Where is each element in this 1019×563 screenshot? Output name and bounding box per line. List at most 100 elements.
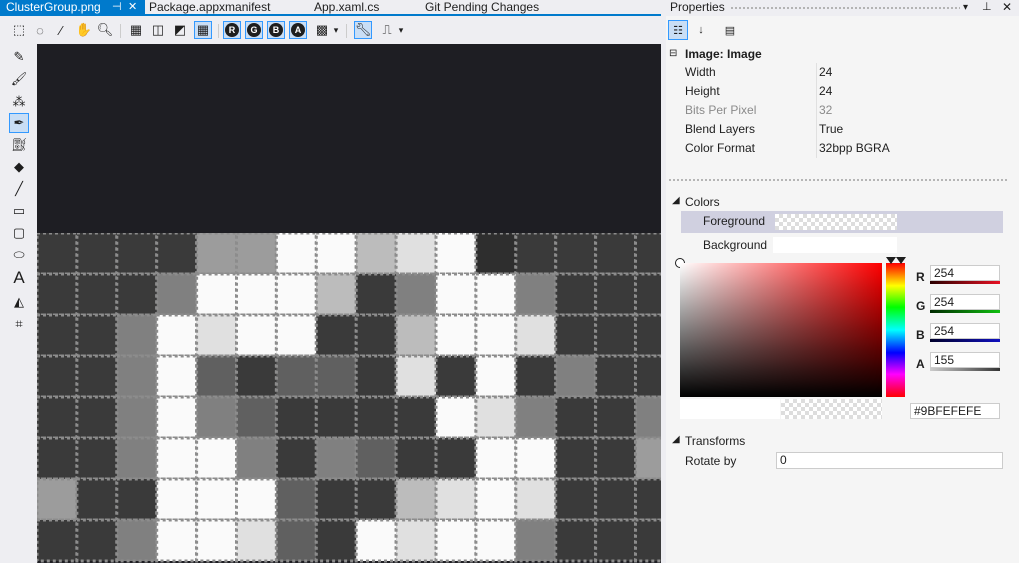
pixel-cell[interactable] (75, 518, 119, 563)
pixel-cell[interactable] (235, 313, 278, 358)
tab-git-pending-changes[interactable]: Git Pending Changes (419, 0, 665, 14)
pixel-cell[interactable] (155, 395, 199, 440)
pixel-cell[interactable] (155, 354, 199, 399)
pixel-cell[interactable] (37, 436, 79, 481)
pixel-cell[interactable] (235, 518, 278, 563)
hue-slider[interactable] (886, 263, 905, 397)
pixel-cell[interactable] (314, 313, 358, 358)
pixel-cell[interactable] (514, 518, 558, 563)
pixel-cell[interactable] (235, 233, 278, 276)
blue-value-field[interactable]: 254 (930, 323, 1000, 339)
hue-marker-left-icon[interactable] (886, 257, 896, 264)
alpha-channel-button[interactable]: A (289, 21, 307, 39)
lasso-select-icon[interactable]: ◌ (31, 21, 49, 39)
airbrush-icon[interactable]: ⁂ (9, 92, 29, 112)
pixel-cell[interactable] (195, 518, 239, 563)
pixel-cell[interactable] (354, 477, 398, 522)
pixel-cell[interactable] (594, 395, 637, 440)
pixel-cell[interactable] (314, 436, 358, 481)
frames-icon[interactable]: ▦ (127, 21, 145, 39)
pixel-cell[interactable] (314, 477, 358, 522)
pixel-cell[interactable] (314, 233, 358, 276)
hue-marker-right-icon[interactable] (896, 257, 906, 264)
pixel-cell[interactable] (394, 395, 438, 440)
pixel-cell[interactable] (235, 395, 278, 440)
pixel-cell[interactable] (274, 436, 318, 481)
pixel-cell[interactable] (594, 477, 637, 522)
pixel-cell[interactable] (434, 272, 478, 317)
pixel-cell[interactable] (634, 518, 662, 563)
chevron-down-icon[interactable]: ▾ (963, 0, 968, 15)
pixel-cell[interactable] (634, 395, 662, 440)
pixel-cell[interactable] (37, 313, 79, 358)
pixel-cell[interactable] (394, 477, 438, 522)
pixel-cell[interactable] (75, 477, 119, 522)
chevron-down-icon[interactable]: ▾ (331, 21, 341, 39)
pixel-cell[interactable] (75, 436, 119, 481)
red-value-field[interactable]: 254 (930, 265, 1000, 281)
pixel-cell[interactable] (594, 272, 637, 317)
crop-icon[interactable]: ⌗ (9, 314, 29, 334)
pixel-cell[interactable] (235, 272, 278, 317)
pixel-cell[interactable] (115, 477, 159, 522)
pixel-cell[interactable] (554, 233, 598, 276)
pixel-cell[interactable] (354, 518, 398, 563)
close-icon[interactable]: ✕ (1002, 0, 1012, 15)
property-row[interactable]: Width 24 (666, 63, 1013, 82)
property-row[interactable]: Height 24 (666, 82, 1013, 101)
pixel-cell[interactable] (514, 395, 558, 440)
pixel-cell[interactable] (594, 354, 637, 399)
pixel-cell[interactable] (274, 354, 318, 399)
pixel-cell[interactable] (434, 436, 478, 481)
pixel-cell[interactable] (434, 518, 478, 563)
pixel-cell[interactable] (394, 354, 438, 399)
pixel-cell[interactable] (274, 477, 318, 522)
pixel-cell[interactable] (634, 354, 662, 399)
rounded-rectangle-icon[interactable]: ▢ (9, 223, 29, 243)
pixel-cell[interactable] (474, 477, 518, 522)
alpha-slider[interactable] (930, 368, 1000, 371)
pixel-cell[interactable] (354, 395, 398, 440)
pixel-cell[interactable] (434, 354, 478, 399)
pixel-cell[interactable] (554, 395, 598, 440)
pixel-cell[interactable] (434, 395, 478, 440)
pan-hand-icon[interactable]: ✋ (75, 21, 93, 39)
pixel-cell[interactable] (394, 518, 438, 563)
pixel-cell[interactable] (235, 436, 278, 481)
pixel-cell[interactable] (155, 233, 199, 276)
pixel-grid[interactable] (37, 233, 661, 563)
pixel-cell[interactable] (474, 272, 518, 317)
pixel-cell[interactable] (594, 436, 637, 481)
green-value-field[interactable]: 254 (930, 294, 1000, 310)
pixel-cell[interactable] (314, 272, 358, 317)
collapse-icon[interactable]: ◢ (672, 434, 680, 445)
pixel-cell[interactable] (314, 518, 358, 563)
pixel-cell[interactable] (37, 233, 79, 276)
tab-package-appxmanifest[interactable]: Package.appxmanifest (143, 0, 304, 14)
pixel-cell[interactable] (514, 313, 558, 358)
pixel-cell[interactable] (554, 436, 598, 481)
pencil-icon[interactable]: ✎ (9, 47, 29, 67)
blue-channel-button[interactable]: B (267, 21, 285, 39)
pixel-cell[interactable] (274, 313, 318, 358)
pixel-cell[interactable] (37, 395, 79, 440)
pixel-cell[interactable] (274, 518, 318, 563)
chevron-down-icon[interactable]: ▾ (396, 21, 406, 39)
pixel-cell[interactable] (554, 313, 598, 358)
pixel-cell[interactable] (634, 272, 662, 317)
pixel-cell[interactable] (514, 354, 558, 399)
rectangle-icon[interactable]: ▭ (9, 201, 29, 221)
pixel-cell[interactable] (474, 395, 518, 440)
shape-fill-icon[interactable]: ◭ (9, 292, 29, 312)
pixel-cell[interactable] (75, 272, 119, 317)
pixel-cell[interactable] (274, 233, 318, 276)
pixel-cell[interactable] (354, 436, 398, 481)
pixel-cell[interactable] (195, 272, 239, 317)
brush-icon[interactable]: 🖌︎ (9, 69, 29, 89)
property-row[interactable]: Color Format 32bpp BGRA (666, 139, 1013, 158)
foreground-swatch[interactable] (775, 214, 897, 230)
pixel-cell[interactable] (394, 272, 438, 317)
fill-bucket-icon[interactable]: ⛽︎ (9, 135, 29, 155)
pixel-cell[interactable] (554, 518, 598, 563)
pixel-cell[interactable] (75, 313, 119, 358)
